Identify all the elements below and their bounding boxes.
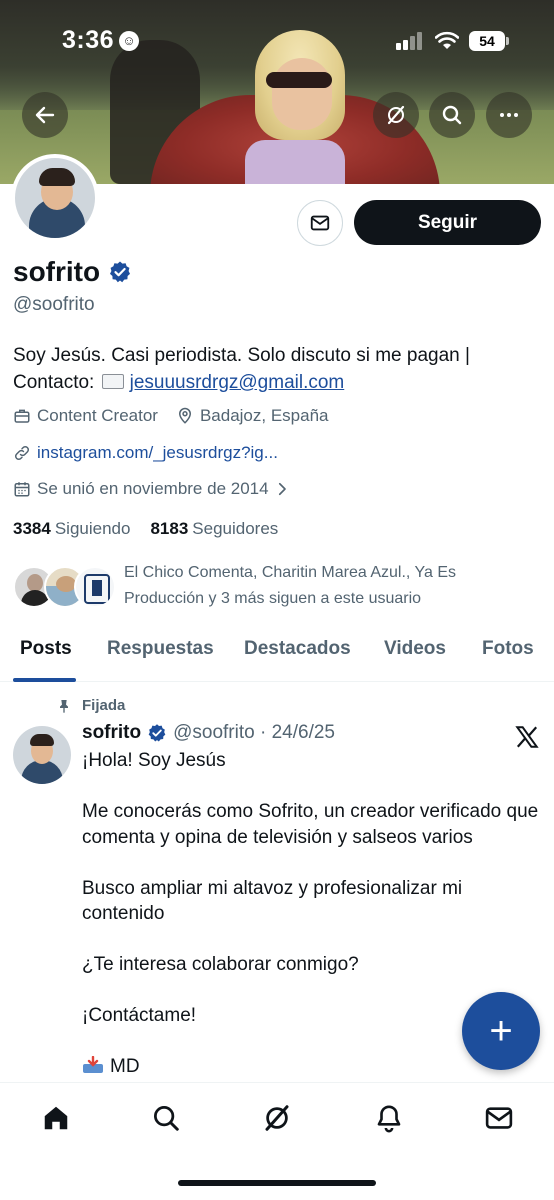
post-line-gap <box>82 978 542 1004</box>
followers-link[interactable]: 8183 Seguidores <box>150 519 278 539</box>
x-logo-icon[interactable] <box>514 724 540 750</box>
envelope-emoji-icon <box>101 374 124 389</box>
notifications-icon[interactable] <box>374 1103 404 1133</box>
profile-bio: Soy Jesús. Casi periodista. Solo discuto… <box>13 342 533 396</box>
followed-by-text[interactable]: El Chico Comenta, Charitin Marea Azul., … <box>124 560 524 612</box>
active-tab-indicator <box>13 678 76 682</box>
profile-handle: @soofrito <box>13 294 95 315</box>
more-button[interactable] <box>486 92 532 138</box>
tab-videos[interactable]: Videos <box>384 638 446 660</box>
post-line: ¡Hola! Soy Jesús <box>82 750 226 771</box>
followers-count: 8183 <box>150 519 189 538</box>
post-header: sofrito @soofrito · 24/6/25 <box>82 722 335 744</box>
battery-indicator: 54 <box>469 31 505 51</box>
back-arrow-icon <box>35 106 55 124</box>
post-line-gap <box>82 774 542 800</box>
avatar-hair <box>39 168 75 186</box>
post-line-gap <box>82 850 542 876</box>
following-link[interactable]: 3384 Siguiendo <box>13 519 130 539</box>
post-md-text: MD <box>110 1056 140 1077</box>
cellular-signal-icon <box>396 32 424 50</box>
display-name-row: sofrito <box>13 256 132 288</box>
briefcase-icon <box>14 409 30 423</box>
mail-icon <box>310 215 330 231</box>
tab-posts[interactable]: Posts <box>20 638 72 660</box>
following-count: 3384 <box>13 519 51 538</box>
pinned-label: Fijada <box>82 697 126 714</box>
message-button[interactable] <box>297 200 343 246</box>
post-author-name[interactable]: sofrito <box>82 722 141 744</box>
post-line: Busco ampliar mi altavoz y profesionaliz… <box>82 877 463 925</box>
home-indicator <box>178 1180 376 1186</box>
follow-counts: 3384 Siguiendo 8183 Seguidores <box>13 519 278 539</box>
back-button[interactable] <box>22 92 68 138</box>
status-bar: 3:36 ☺ 54 <box>0 0 554 80</box>
profile-avatar[interactable] <box>11 154 99 242</box>
post-line-gap <box>82 927 542 953</box>
status-time: 3:36 <box>62 26 115 54</box>
banner-sequin-top <box>245 140 345 184</box>
smiley-icon: ☺ <box>119 31 139 51</box>
meta-link-row: instagram.com/_jesusrdrgz?ig... <box>13 443 278 463</box>
home-icon[interactable] <box>41 1103 71 1133</box>
link-icon <box>14 445 30 461</box>
meta-category-location: Content Creator Badajoz, España <box>13 406 329 426</box>
tab-photos[interactable]: Fotos <box>482 638 534 660</box>
search-button[interactable] <box>429 92 475 138</box>
display-name: sofrito <box>13 256 101 287</box>
verified-icon <box>148 724 166 742</box>
tab-highlights[interactable]: Destacados <box>244 638 351 660</box>
follower-avatar-3[interactable] <box>74 566 116 608</box>
compose-button[interactable]: + <box>462 992 540 1070</box>
profile-category: Content Creator <box>37 406 158 425</box>
post-line: ¿Te interesa colaborar conmigo? <box>82 954 359 975</box>
profile-location: Badajoz, España <box>199 406 329 425</box>
wifi-icon <box>435 31 459 49</box>
profile-tabs: Posts Respuestas Destacados Videos Fotos <box>0 626 554 682</box>
grok-icon <box>387 105 405 125</box>
battery-cap <box>506 37 509 45</box>
profile-joined: Se unió en noviembre de 2014 <box>37 479 269 498</box>
messages-icon[interactable] <box>484 1103 514 1133</box>
meta-joined-row[interactable]: Se unió en noviembre de 2014 <box>13 479 297 499</box>
more-icon <box>500 113 518 117</box>
pinned-indicator: Fijada <box>56 697 125 714</box>
bio-email-link[interactable]: jesuuusrdrgz@gmail.com <box>130 372 345 393</box>
verified-icon[interactable] <box>108 260 132 284</box>
post-line: Me conocerás como Sofrito, un creador ve… <box>82 801 539 848</box>
follow-button[interactable]: Seguir <box>354 200 541 245</box>
post-handle-date: @soofrito · 24/6/25 <box>173 722 335 743</box>
following-label: Siguiendo <box>54 519 131 538</box>
calendar-icon <box>14 482 30 497</box>
location-icon <box>178 407 191 424</box>
search-icon <box>442 105 462 125</box>
compose-icon: + <box>489 1009 513 1053</box>
followers-label: Seguidores <box>192 519 279 538</box>
grok-button[interactable] <box>373 92 419 138</box>
post-author-avatar[interactable] <box>13 726 71 784</box>
profile-website-link[interactable]: instagram.com/_jesusrdrgz?ig... <box>37 443 278 463</box>
inbox-tray-emoji-icon <box>82 1055 104 1074</box>
grok-icon[interactable] <box>262 1103 292 1133</box>
pin-icon <box>60 699 68 713</box>
search-icon[interactable] <box>151 1103 181 1133</box>
tab-replies[interactable]: Respuestas <box>107 638 214 660</box>
chevron-right-icon <box>278 482 286 496</box>
